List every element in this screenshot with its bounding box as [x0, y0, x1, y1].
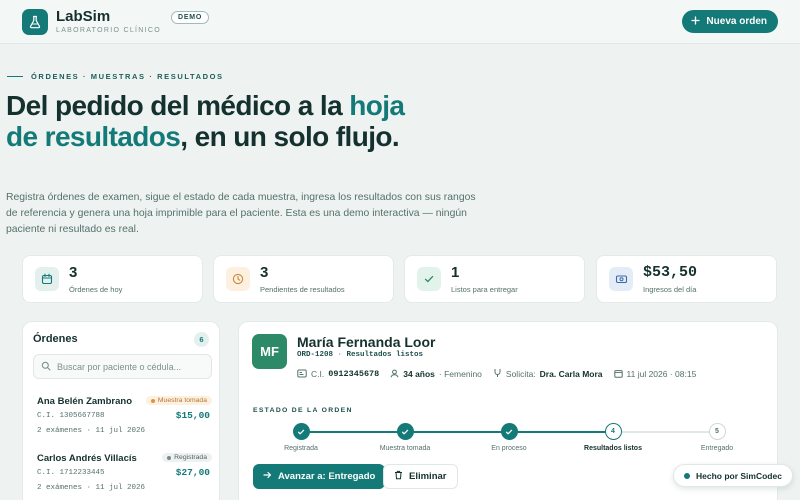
- patient-sex: · Femenino: [438, 369, 482, 379]
- order-ci: C.I. 1305667788: [37, 412, 105, 420]
- order-patient-name: Ana Belén Zambrano: [37, 396, 133, 407]
- step-label: En proceso: [491, 445, 527, 452]
- requester-label: Solicita:: [505, 369, 536, 379]
- status-badge: Muestra tomada: [145, 396, 212, 405]
- step-muestra-tomada: Muestra tomada: [365, 423, 445, 452]
- status-dot: [150, 398, 155, 403]
- eyebrow-text: ÓRDENES · MUESTRAS · RESULTADOS: [31, 72, 224, 81]
- requester-name: Dra. Carla Mora: [539, 369, 603, 379]
- step-label: Resultados listos: [584, 445, 642, 452]
- step-label: Muestra tomada: [379, 445, 431, 452]
- patient-info-row: C.I. 0912345678 34 años · Femenino Solic…: [297, 368, 707, 380]
- ci-value: 0912345678: [328, 369, 380, 379]
- calendar-icon: [35, 267, 59, 291]
- brand-subtitle: LABORATORIO CLÍNICO: [56, 27, 161, 34]
- order-amount: $27,00: [175, 467, 210, 478]
- order-patient-name: Carlos Andrés Villacís: [37, 453, 137, 464]
- patient-name: María Fernanda Loor: [297, 334, 436, 350]
- step-en-proceso: En proceso: [469, 423, 549, 452]
- order-ci: C.I. 1712233445: [37, 469, 105, 477]
- status-text: Registrada: [174, 454, 207, 461]
- stat-card-pending-results: 3 Pendientes de resultados: [213, 255, 394, 303]
- new-order-label: Nueva orden: [706, 16, 767, 27]
- cash-icon: [609, 267, 633, 291]
- avatar: MF: [252, 334, 287, 369]
- step-entregado: 5 Entregado: [677, 423, 757, 452]
- stat-value: 3: [69, 263, 78, 281]
- order-status: Resultados listos: [346, 351, 424, 359]
- hero-eyebrow: ÓRDENES · MUESTRAS · RESULTADOS: [7, 72, 224, 81]
- order-id: ORD-1208: [297, 351, 334, 359]
- arrow-right-icon: [263, 471, 272, 482]
- flask-icon: [22, 8, 48, 35]
- check-icon: [500, 423, 518, 440]
- calendar-icon: [613, 369, 623, 380]
- search-box: [33, 354, 212, 379]
- patient-age: 34 años: [403, 369, 435, 379]
- demo-badge: DEMO: [170, 11, 210, 24]
- orders-panel: Órdenes 6 Ana Belén Zambrano Muestra tom…: [22, 321, 220, 500]
- stat-card-daily-income: $53,50 Ingresos del día: [596, 255, 777, 303]
- order-stepper: Registrada Muestra tomada En proceso 4 R…: [253, 423, 765, 459]
- stat-label: Ingresos del día: [643, 284, 697, 294]
- delete-order-button[interactable]: Eliminar: [383, 464, 458, 489]
- made-by-badge[interactable]: Hecho por SimCodec: [673, 464, 793, 487]
- hero-title-part2: , en un solo flujo.: [180, 121, 400, 152]
- step-registrada: Registrada: [261, 423, 341, 452]
- id-card-icon: [297, 369, 307, 380]
- stat-card-orders-today: 3 Órdenes de hoy: [22, 255, 203, 303]
- status-text: Muestra tomada: [157, 397, 207, 404]
- new-order-button[interactable]: Nueva orden: [682, 10, 778, 33]
- check-icon: [417, 267, 441, 291]
- order-amount: $15,00: [175, 410, 210, 421]
- stat-label: Pendientes de resultados: [260, 284, 345, 294]
- advance-status-button[interactable]: Avanzar a: Entregado: [253, 464, 386, 489]
- search-input[interactable]: [57, 361, 207, 372]
- ci-label: C.I.: [311, 369, 325, 379]
- order-meta: 2 exámenes · 11 jul 2026: [37, 427, 146, 435]
- trash-icon: [394, 470, 403, 483]
- orders-title: Órdenes: [33, 333, 78, 345]
- brand-dot-icon: [684, 472, 690, 479]
- status-badge: Registrada: [162, 453, 212, 462]
- order-state-label: ESTADO DE LA ORDEN: [253, 407, 353, 414]
- stethoscope-icon: [493, 368, 502, 380]
- app-header: LabSim LABORATORIO CLÍNICO DEMO Nueva or…: [0, 0, 800, 44]
- hero-title: Del pedido del médico a la hoja de resul…: [6, 90, 426, 152]
- stat-value: 1: [451, 263, 460, 281]
- hero-description: Registra órdenes de examen, sigue el est…: [6, 192, 476, 235]
- clock-icon: [226, 267, 250, 291]
- step-resultados-listos: 4 Resultados listos: [573, 423, 653, 452]
- plus-icon: [691, 15, 701, 28]
- check-icon: [396, 423, 414, 440]
- order-list-item[interactable]: Ana Belén Zambrano Muestra tomada C.I. 1…: [33, 396, 212, 440]
- order-list-item[interactable]: Carlos Andrés Villacís Registrada C.I. 1…: [33, 453, 212, 497]
- stat-label: Órdenes de hoy: [69, 284, 123, 294]
- stat-label: Listos para entregar: [451, 284, 518, 294]
- step-label: Entregado: [700, 445, 734, 452]
- advance-label: Avanzar a: Entregado: [278, 471, 376, 482]
- made-by-text: Hecho por SimCodec: [696, 470, 782, 481]
- step-number: 4: [604, 423, 622, 440]
- order-subtitle: ORD-1208 · Resultados listos: [297, 351, 424, 359]
- order-date: 11 jul 2026 · 08:15: [626, 369, 697, 379]
- status-dot: [167, 455, 172, 460]
- stat-card-ready-to-deliver: 1 Listos para entregar: [404, 255, 585, 303]
- step-number: 5: [708, 423, 726, 440]
- order-meta: 2 exámenes · 11 jul 2026: [37, 484, 146, 492]
- brand-name: LabSim: [56, 8, 111, 25]
- orders-count-badge: 6: [194, 332, 209, 347]
- hero-title-part1: Del pedido del médico a la: [6, 90, 350, 121]
- user-icon: [390, 369, 399, 380]
- step-label: Registrada: [284, 445, 318, 452]
- delete-label: Eliminar: [409, 471, 447, 482]
- search-icon: [41, 358, 51, 376]
- check-icon: [292, 423, 310, 440]
- stat-value: 3: [260, 263, 269, 281]
- stat-value: $53,50: [643, 263, 698, 281]
- eyebrow-line: [7, 76, 23, 77]
